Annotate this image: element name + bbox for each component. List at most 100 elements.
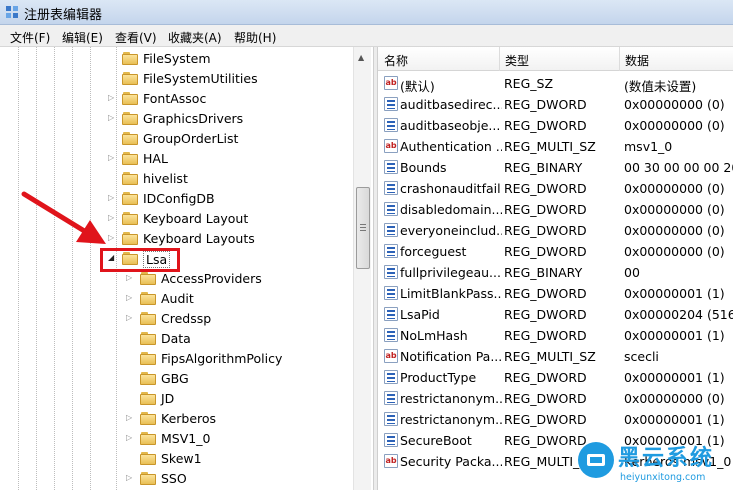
folder-icon (122, 192, 138, 205)
menu-help[interactable]: 帮助(H) (234, 29, 276, 46)
value-data: 0x00000000 (0) (624, 244, 725, 259)
tree-node-label: JD (161, 391, 175, 406)
list-row[interactable]: ProductType REG_DWORD 0x00000001 (1) (378, 367, 733, 388)
binary-value-icon (384, 391, 398, 405)
tree-node[interactable]: ▷ SSO (0, 469, 350, 489)
menu-view[interactable]: 查看(V) (115, 29, 157, 46)
tree-node-label: Skew1 (161, 451, 202, 466)
list-row[interactable]: auditbasedirec... REG_DWORD 0x00000000 (0) (378, 94, 733, 115)
list-row[interactable]: auditbaseobje... REG_DWORD 0x00000000 (0) (378, 115, 733, 136)
value-type: REG_DWORD (504, 181, 587, 196)
value-data: 0x00000000 (0) (624, 202, 725, 217)
highlight-box (100, 248, 180, 272)
column-divider[interactable] (619, 47, 620, 71)
tree-node[interactable]: Data (0, 329, 350, 349)
list-row[interactable]: disabledomain... REG_DWORD 0x00000000 (0) (378, 199, 733, 220)
column-header-type[interactable]: 类型 (505, 52, 529, 69)
tree-node-label: GroupOrderList (143, 131, 239, 146)
expand-arrow-icon[interactable]: ▷ (108, 153, 118, 162)
list-row[interactable]: fullprivilegeau... REG_BINARY 00 (378, 262, 733, 283)
values-list: 名称 类型 数据 ab (默认) REG_SZ (数值未设置) auditbasedir… (378, 47, 733, 490)
string-value-icon: ab (384, 454, 398, 468)
tree-node[interactable]: Skew1 (0, 449, 350, 469)
tree-node[interactable]: FipsAlgorithmPolicy (0, 349, 350, 369)
column-divider[interactable] (499, 47, 500, 71)
column-header-data[interactable]: 数据 (625, 52, 649, 69)
expand-arrow-icon[interactable]: ▷ (108, 93, 118, 102)
tree-node[interactable]: FileSystem (0, 49, 350, 69)
list-row[interactable]: LimitBlankPass... REG_DWORD 0x00000001 (1) (378, 283, 733, 304)
list-row[interactable]: ab (默认) REG_SZ (数值未设置) (378, 73, 733, 94)
tree-scrollbar[interactable]: ▲ (353, 47, 371, 490)
menu-bar: 文件(F) 编辑(E) 查看(V) 收藏夹(A) 帮助(H) (0, 25, 733, 47)
tree-node-label: Credssp (161, 311, 212, 326)
list-row[interactable]: NoLmHash REG_DWORD 0x00000001 (1) (378, 325, 733, 346)
value-type: REG_DWORD (504, 307, 587, 322)
tree-node-label: FileSystem (143, 51, 211, 66)
list-row[interactable]: Bounds REG_BINARY 00 30 00 00 00 20 0 (378, 157, 733, 178)
watermark-logo-icon (578, 442, 614, 478)
tree-node[interactable]: GBG (0, 369, 350, 389)
folder-icon (122, 232, 138, 245)
tree-node[interactable]: ▷ FontAssoc (0, 89, 350, 109)
value-type: REG_DWORD (504, 202, 587, 217)
list-row[interactable]: LsaPid REG_DWORD 0x00000204 (516) (378, 304, 733, 325)
expand-arrow-icon[interactable]: ▷ (126, 293, 136, 302)
value-name: auditbasedirec... (400, 97, 502, 112)
tree-node[interactable]: hivelist (0, 169, 350, 189)
folder-icon (140, 272, 156, 285)
binary-value-icon (384, 412, 398, 426)
binary-value-icon (384, 370, 398, 384)
grip-line (360, 230, 366, 231)
folder-icon (122, 52, 138, 65)
expand-arrow-icon[interactable]: ▷ (126, 433, 136, 442)
expand-arrow-icon[interactable]: ▷ (126, 413, 136, 422)
value-data: 0x00000000 (0) (624, 97, 725, 112)
expand-arrow-icon[interactable]: ▷ (126, 473, 136, 482)
tree-node-label: HAL (143, 151, 168, 166)
tree-node[interactable]: ▷ GraphicsDrivers (0, 109, 350, 129)
list-row[interactable]: everyoneinclud... REG_DWORD 0x00000000 (0) (378, 220, 733, 241)
value-type: REG_BINARY (504, 265, 583, 280)
string-value-icon: ab (384, 139, 398, 153)
folder-icon (140, 352, 156, 365)
value-type: REG_DWORD (504, 391, 587, 406)
expand-arrow-icon[interactable]: ▷ (126, 273, 136, 282)
binary-value-icon (384, 160, 398, 174)
value-name: Notification Pa... (400, 349, 502, 364)
list-row[interactable]: restrictanonym... REG_DWORD 0x00000000 (0) (378, 388, 733, 409)
scrollbar-thumb[interactable] (356, 187, 370, 269)
list-row[interactable]: forceguest REG_DWORD 0x00000000 (0) (378, 241, 733, 262)
tree-node[interactable]: ▷ Kerberos (0, 409, 350, 429)
tree-node[interactable]: ▷ MSV1_0 (0, 429, 350, 449)
list-row[interactable]: ab Authentication ... REG_MULTI_SZ msv1_0 (378, 136, 733, 157)
tree-node[interactable]: JD (0, 389, 350, 409)
column-header-name[interactable]: 名称 (384, 52, 408, 69)
list-row[interactable]: crashonauditfail REG_DWORD 0x00000000 (0) (378, 178, 733, 199)
tree-node[interactable]: ▷ Audit (0, 289, 350, 309)
scroll-up-icon[interactable]: ▲ (358, 53, 364, 62)
tree-node[interactable]: GroupOrderList (0, 129, 350, 149)
expand-arrow-icon[interactable]: ▷ (108, 113, 118, 122)
menu-file[interactable]: 文件(F) (10, 29, 50, 46)
value-type: REG_DWORD (504, 244, 587, 259)
list-row[interactable]: restrictanonym... REG_DWORD 0x00000001 (1) (378, 409, 733, 430)
value-name: LsaPid (400, 307, 440, 322)
folder-icon (122, 152, 138, 165)
folder-icon (140, 452, 156, 465)
tree-node[interactable]: FileSystemUtilities (0, 69, 350, 89)
title-bar: 注册表编辑器 (0, 0, 733, 25)
tree-node[interactable]: ▷ AccessProviders (0, 269, 350, 289)
value-data: 00 (624, 265, 640, 280)
tree-node[interactable]: ▷ HAL (0, 149, 350, 169)
binary-value-icon (384, 265, 398, 279)
tree-node-label: SSO (161, 471, 187, 486)
expand-arrow-icon[interactable]: ▷ (126, 313, 136, 322)
menu-edit[interactable]: 编辑(E) (62, 29, 103, 46)
list-row[interactable]: ab Notification Pa... REG_MULTI_SZ scecli (378, 346, 733, 367)
value-type: REG_DWORD (504, 328, 587, 343)
menu-favorites[interactable]: 收藏夹(A) (168, 29, 222, 46)
tree-node[interactable]: ▷ Credssp (0, 309, 350, 329)
binary-value-icon (384, 307, 398, 321)
value-name: (默认) (400, 79, 435, 94)
